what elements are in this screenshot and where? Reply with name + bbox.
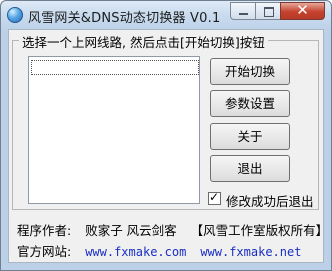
copyright-text: 【风雪工作室版权所有】 [190, 223, 329, 238]
window-title: 风雪网关&DNS动态切换器 V0.1 [28, 11, 221, 26]
exit-after-success-label[interactable]: 修改成功后退出 [226, 191, 314, 210]
about-button[interactable]: 关于 [210, 123, 290, 150]
site-link-net[interactable]: www.fxmake.net [200, 245, 301, 259]
close-button[interactable]: ✕ [280, 1, 325, 20]
group-label: 选择一个上网线路, 然后点击[开始切换]按钮 [19, 32, 268, 51]
minimize-icon [239, 13, 248, 15]
exit-after-success-checkbox[interactable] [208, 190, 221, 205]
website-line: 官方网站: www.fxmake.com www.fxmake.net [17, 241, 301, 260]
title-bar[interactable]: 风雪网关&DNS动态切换器 V0.1 ✕ [1, 1, 331, 29]
author-names: 败家子 风云剑客 [85, 223, 177, 238]
settings-button[interactable]: 参数设置 [210, 90, 290, 117]
author-label: 程序作者: [17, 223, 72, 238]
close-icon: ✕ [296, 1, 309, 19]
route-listbox[interactable] [28, 56, 200, 204]
author-line: 程序作者: 败家子 风云剑客 【风雪工作室版权所有】 [17, 220, 328, 239]
globe-icon [7, 7, 23, 23]
exit-button[interactable]: 退出 [210, 155, 290, 182]
maximize-icon [264, 7, 274, 17]
list-focus-rect [31, 60, 199, 75]
site-link-com[interactable]: www.fxmake.com [85, 245, 186, 259]
minimize-button[interactable] [230, 2, 256, 20]
site-label: 官方网站: [17, 244, 72, 259]
maximize-button[interactable] [255, 2, 281, 20]
start-switch-button[interactable]: 开始切换 [210, 58, 290, 85]
